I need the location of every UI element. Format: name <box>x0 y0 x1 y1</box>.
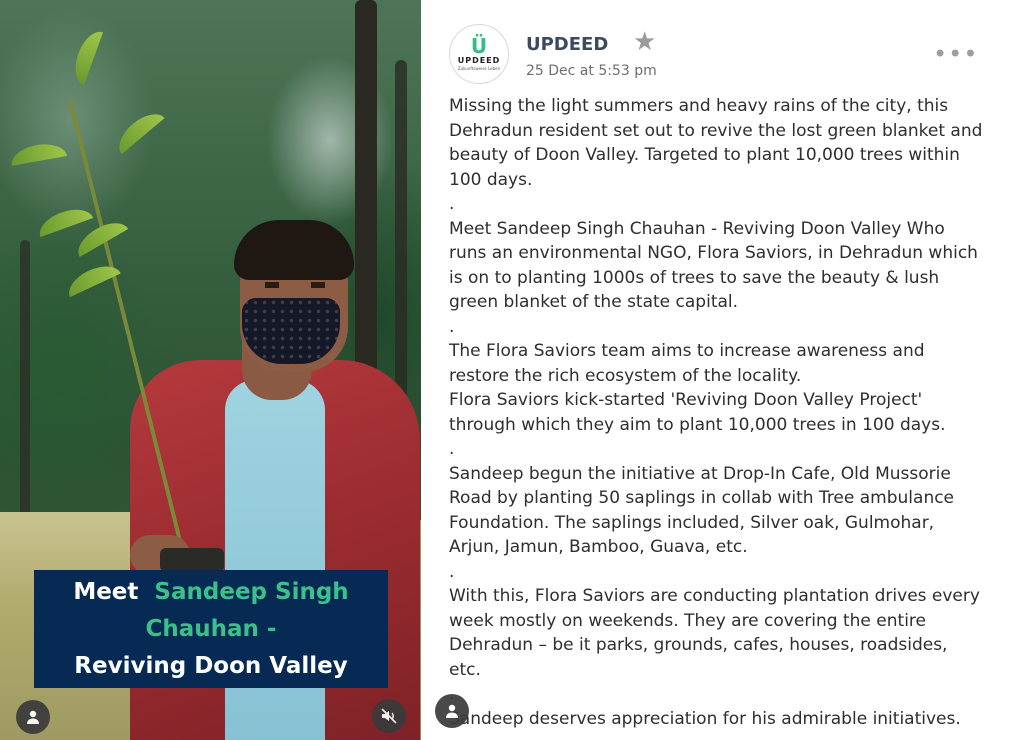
post-content: Ü UPDEED Zukunftsweise Leben UPDEED ★ 25… <box>421 0 1013 740</box>
post-line: Dehradun – be it parks, grounds, cafes, … <box>449 635 948 655</box>
post-line: Missing the light summers and heavy rain… <box>449 96 949 116</box>
post-line: etc. <box>449 659 481 680</box>
caption-line-3: Reviving Doon Valley <box>74 653 348 679</box>
sapling-leaf <box>68 26 104 86</box>
post-photo[interactable]: Meet Sandeep Singh Chauhan - Reviving Do… <box>0 0 421 740</box>
post-line: Meet Sandeep Singh Chauhan - Reviving Do… <box>449 218 945 239</box>
brand-logo-tagline: Zukunftsweise Leben <box>457 66 501 71</box>
post-line: Road by planting 50 saplings in collab w… <box>449 488 955 508</box>
author-avatar[interactable]: Ü UPDEED Zukunftsweise Leben <box>449 24 509 84</box>
post-line: Sandeep begun the initiative at Drop-In … <box>449 463 951 484</box>
post-line: through which they aim to plant 10,000 t… <box>449 414 946 435</box>
hair <box>234 220 354 280</box>
post-line: With this, Flora Saviors are conducting … <box>449 586 980 606</box>
post-line: Dehradun resident set out to revive the … <box>449 120 983 141</box>
post-line: Foundation. The saplings included, Silve… <box>449 512 935 533</box>
post-line: . <box>449 439 455 459</box>
post-line: is on to planting 1000s of trees to save… <box>449 267 940 288</box>
post-line: . <box>449 316 455 337</box>
post-body-text: Missing the light summers and heavy rain… <box>449 94 1001 731</box>
star-icon[interactable]: ★ <box>633 28 656 56</box>
sapling-pot <box>160 548 224 572</box>
user-icon <box>446 704 458 718</box>
muted-speaker-icon <box>381 708 397 724</box>
post-line: runs an environmental NGO, Flora Saviors… <box>449 243 978 263</box>
tagged-user-button[interactable] <box>435 694 469 728</box>
caption-line-1: Meet Sandeep Singh <box>34 574 388 611</box>
background-tree-trunk <box>20 240 30 520</box>
post-line: restore the rich ecosystem of the locali… <box>449 365 802 386</box>
post-line: green blanket of the state capital. <box>449 292 739 312</box>
photo-caption-banner: Meet Sandeep Singh Chauhan - Reviving Do… <box>34 570 388 688</box>
post-line: The Flora Saviors team aims to increase … <box>449 341 925 361</box>
user-icon <box>27 710 39 724</box>
sapling-leaf <box>34 202 94 238</box>
caption-line-2: Chauhan - <box>145 616 277 642</box>
caption-name: Sandeep Singh <box>154 579 349 605</box>
post-line: Sandeep deserves appreciation for his ad… <box>449 708 961 729</box>
tagged-user-button[interactable] <box>16 700 50 734</box>
post-line: . <box>449 682 1001 707</box>
face-mask <box>242 298 340 364</box>
more-options-icon[interactable]: ••• <box>933 42 978 66</box>
post-line: . <box>449 561 455 582</box>
post-timestamp: 25 Dec at 5:53 pm <box>526 63 657 79</box>
sapling-leaf <box>9 140 67 166</box>
post-line: Flora Saviors kick-started 'Reviving Doo… <box>449 390 923 410</box>
eyes <box>265 282 325 288</box>
brand-logo-letter: Ü <box>470 34 488 58</box>
post-line: Arjun, Jamun, Bamboo, Guava, etc. <box>449 537 748 557</box>
post-line: week mostly on weekends. They are coveri… <box>449 610 926 631</box>
author-name[interactable]: UPDEED <box>526 34 608 55</box>
post-line: beauty of Doon Valley. Targeted to plant… <box>449 145 960 165</box>
sapling-leaf <box>111 105 165 155</box>
post-line: . <box>449 194 455 214</box>
brand-logo-word: UPDEED <box>457 56 501 65</box>
post-line: 100 days. <box>449 169 533 190</box>
caption-prefix: Meet <box>73 579 139 605</box>
mute-toggle-button[interactable] <box>372 699 406 733</box>
